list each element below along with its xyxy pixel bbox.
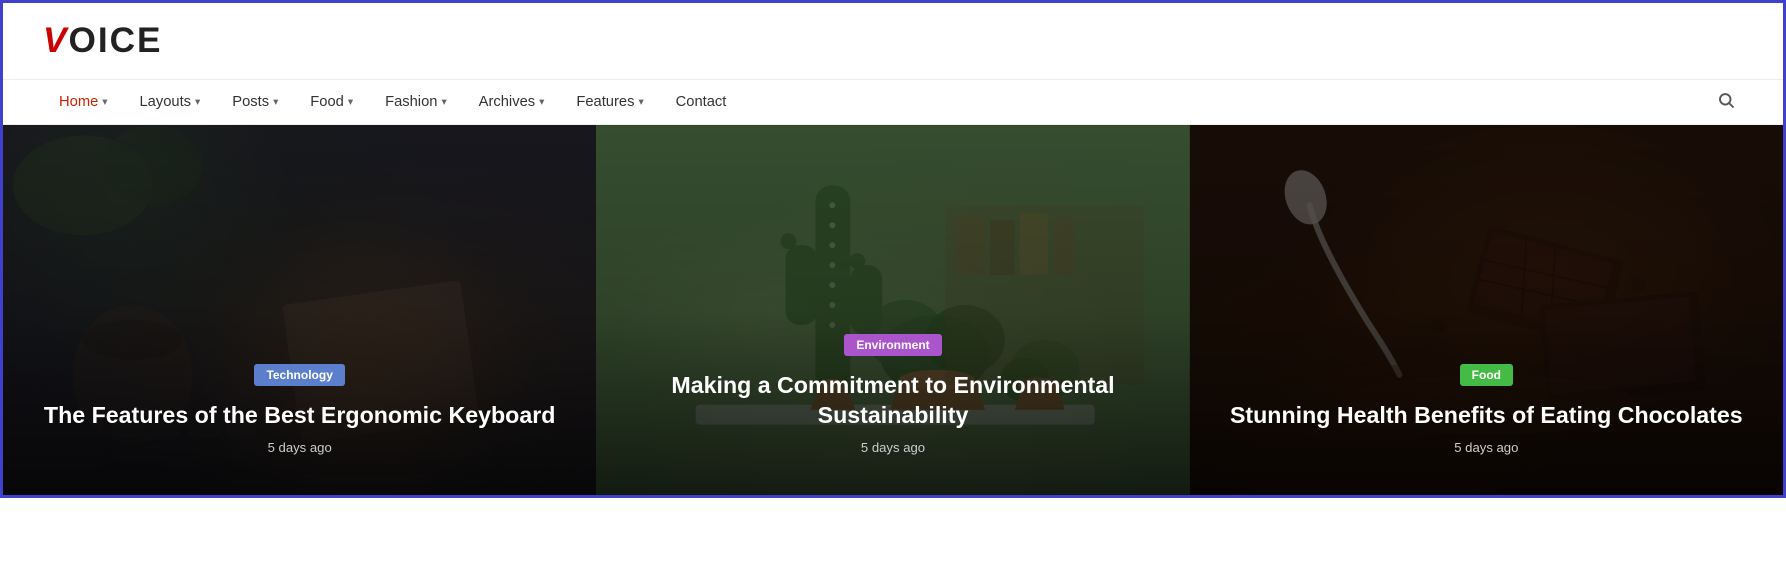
featured-cards: Technology The Features of the Best Ergo… xyxy=(3,125,1783,495)
main-nav: Home ▾ Layouts ▾ Posts ▾ Food ▾ Fashion xyxy=(3,79,1783,125)
chevron-down-icon: ▾ xyxy=(195,96,200,108)
nav-link-features[interactable]: Features ▾ xyxy=(560,80,659,124)
card-food[interactable]: Food Stunning Health Benefits of Eating … xyxy=(1190,125,1783,495)
badge-technology: Technology xyxy=(254,364,344,386)
card-title-2: Making a Commitment to Environmental Sus… xyxy=(626,370,1159,430)
nav-label-features: Features xyxy=(576,94,634,110)
card-title-3: Stunning Health Benefits of Eating Choco… xyxy=(1220,400,1753,430)
card-content-1: Technology The Features of the Best Ergo… xyxy=(3,125,596,495)
nav-label-posts: Posts xyxy=(232,94,269,110)
nav-link-archives[interactable]: Archives ▾ xyxy=(463,80,561,124)
nav-item-posts[interactable]: Posts ▾ xyxy=(216,80,294,124)
chevron-down-icon: ▾ xyxy=(273,96,278,108)
card-content-2: Environment Making a Commitment to Envir… xyxy=(596,125,1189,495)
nav-item-layouts[interactable]: Layouts ▾ xyxy=(123,80,216,124)
nav-link-food[interactable]: Food ▾ xyxy=(294,80,369,124)
search-icon[interactable] xyxy=(1709,83,1743,122)
badge-environment: Environment xyxy=(844,334,941,356)
nav-item-features[interactable]: Features ▾ xyxy=(560,80,659,124)
nav-link-home[interactable]: Home ▾ xyxy=(43,80,123,124)
nav-link-fashion[interactable]: Fashion ▾ xyxy=(369,80,463,124)
nav-item-fashion[interactable]: Fashion ▾ xyxy=(369,80,463,124)
card-technology[interactable]: Technology The Features of the Best Ergo… xyxy=(3,125,596,495)
nav-label-home: Home xyxy=(59,94,98,110)
nav-links: Home ▾ Layouts ▾ Posts ▾ Food ▾ Fashion xyxy=(43,80,742,124)
nav-link-posts[interactable]: Posts ▾ xyxy=(216,80,294,124)
nav-item-home[interactable]: Home ▾ xyxy=(43,80,123,124)
chevron-down-icon: ▾ xyxy=(348,96,353,108)
nav-link-contact[interactable]: Contact xyxy=(660,80,743,124)
nav-label-contact: Contact xyxy=(676,94,727,110)
logo-v: V xyxy=(43,21,68,60)
card-meta-2: 5 days ago xyxy=(626,440,1159,455)
chevron-down-icon: ▾ xyxy=(102,96,107,108)
logo-rest: OICE xyxy=(68,21,162,60)
nav-label-food: Food xyxy=(310,94,344,110)
site-header: VOICE xyxy=(3,3,1783,79)
card-environment[interactable]: Environment Making a Commitment to Envir… xyxy=(596,125,1189,495)
nav-link-layouts[interactable]: Layouts ▾ xyxy=(123,80,216,124)
nav-label-layouts: Layouts xyxy=(139,94,191,110)
nav-label-archives: Archives xyxy=(479,94,535,110)
card-title-1: The Features of the Best Ergonomic Keybo… xyxy=(33,400,566,430)
badge-food: Food xyxy=(1460,364,1513,386)
nav-item-food[interactable]: Food ▾ xyxy=(294,80,369,124)
chevron-down-icon: ▾ xyxy=(638,96,643,108)
chevron-down-icon: ▾ xyxy=(441,96,446,108)
nav-label-fashion: Fashion xyxy=(385,94,437,110)
site-logo[interactable]: VOICE xyxy=(43,21,163,61)
card-content-3: Food Stunning Health Benefits of Eating … xyxy=(1190,125,1783,495)
chevron-down-icon: ▾ xyxy=(539,96,544,108)
card-meta-3: 5 days ago xyxy=(1220,440,1753,455)
nav-item-archives[interactable]: Archives ▾ xyxy=(463,80,561,124)
card-meta-1: 5 days ago xyxy=(33,440,566,455)
nav-item-contact[interactable]: Contact xyxy=(660,80,743,124)
